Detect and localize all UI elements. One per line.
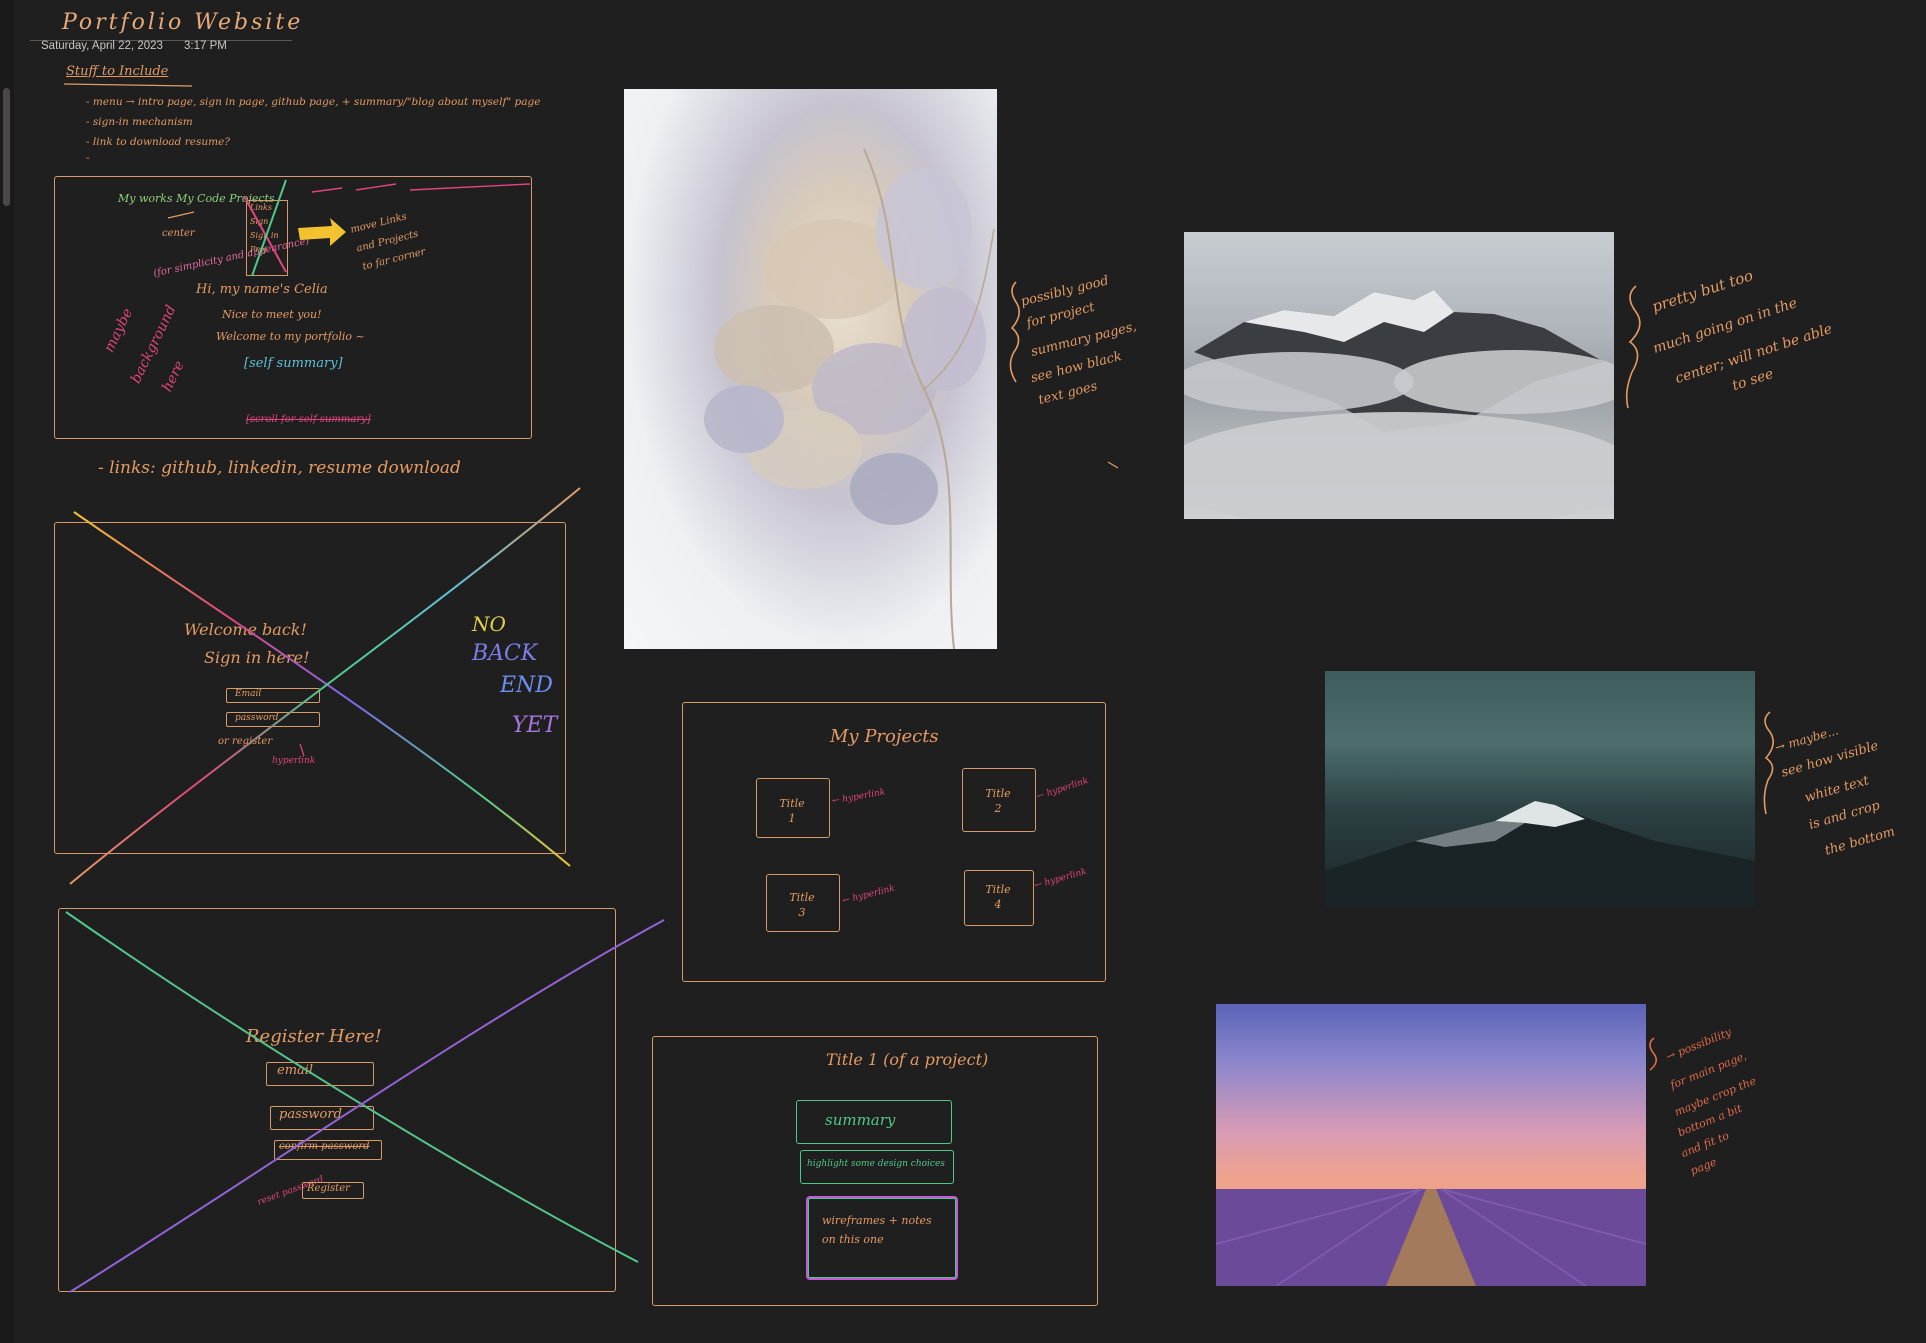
stuff-item-1: - menu → intro page, sign in page, githu… [86, 96, 541, 108]
page-title[interactable]: Portfolio Website [62, 10, 303, 35]
signin-register-link[interactable]: or register [218, 736, 272, 749]
project-wireframe-label: wireframes + notes on this one [822, 1214, 932, 1246]
landing-summary-label: [self summary] [244, 356, 343, 371]
note-canvas[interactable]: Portfolio Website Saturday, April 22, 20… [0, 0, 1926, 1343]
project-design-label: highlight some design choices [807, 1159, 945, 1169]
register-sketch-frame [58, 908, 616, 1292]
no-backend-1: NO [472, 612, 506, 636]
stuff-heading-underline [63, 83, 193, 87]
cloud-mountain-illustration [1184, 290, 1614, 519]
stuff-heading: Stuff to Include [66, 64, 169, 79]
register-confirm-field[interactable]: confirm password [274, 1140, 382, 1160]
flower-note-1: possibly good [1019, 273, 1111, 310]
landing-scroll-note: [scroll for self summary] [246, 414, 371, 425]
flower-illustration [704, 148, 995, 649]
menu-item-links: Links [250, 203, 272, 212]
vertical-scrollbar[interactable] [0, 0, 14, 1343]
teal-note-brace [1763, 711, 1774, 815]
signin-hyperlink-note: hyperlink [272, 756, 316, 766]
landing-greeting-2: Nice to meet you! [222, 308, 322, 321]
no-backend-3: END [500, 673, 553, 698]
project-card-4-title: Title 4 [985, 883, 1011, 912]
signin-email-field[interactable]: Email [226, 688, 320, 703]
teal-note-5: the bottom [1823, 824, 1897, 859]
note-time: 3:17 PM [184, 40, 227, 52]
cloud-mountain-photo[interactable] [1184, 232, 1614, 519]
teal-mountain-illustration [1325, 801, 1755, 908]
menu-item-sign: Sign [250, 217, 269, 226]
landing-greeting-1: Hi, my name's Celia [196, 282, 328, 297]
project-wireframe-box: wireframes + notes on this one [806, 1196, 958, 1280]
register-heading: Register Here! [246, 1026, 382, 1047]
register-email-field[interactable]: email [266, 1062, 374, 1086]
project-card-3-title: Title 3 [789, 891, 815, 920]
signin-password-field[interactable]: password [226, 712, 320, 727]
menu-item-sign-in: Sign in [250, 231, 279, 240]
projects-heading: My Projects [830, 726, 939, 747]
menu-item-proj: Proj [250, 245, 267, 254]
project-summary-box: summary [796, 1100, 952, 1144]
teal-mountain-photo[interactable] [1325, 671, 1755, 908]
cloud-note-4: to see [1730, 365, 1776, 395]
flower-note-brace [1009, 281, 1020, 383]
project-card-1-title: Title 1 [779, 797, 805, 826]
project-card-2-title: Title 2 [985, 787, 1011, 816]
stuff-item-4: - [86, 152, 90, 164]
landing-center-note: center [162, 228, 195, 239]
flower-photo[interactable] [624, 89, 997, 649]
stuff-item-3: - link to download resume? [86, 136, 230, 148]
scrollbar-thumb[interactable] [3, 88, 10, 206]
links-line: - links: github, linkedin, resume downlo… [98, 458, 461, 478]
signin-welcome: Welcome back! [184, 620, 307, 639]
stuff-item-2: - sign-in mechanism [86, 116, 193, 128]
register-button[interactable]: Register [302, 1182, 364, 1199]
no-backend-4: YET [512, 713, 558, 738]
project-design-box: highlight some design choices [800, 1150, 954, 1184]
cloud-note-1: pretty but too [1649, 266, 1756, 316]
no-backend-2: BACK [472, 641, 538, 666]
lavender-field-photo[interactable] [1216, 1004, 1646, 1286]
note-date: Saturday, April 22, 2023 [41, 40, 163, 52]
lavender-field-illustration [1216, 1188, 1646, 1286]
project-summary-label: summary [825, 1111, 896, 1129]
stray-mark [1107, 461, 1119, 469]
lavender-note-6: page [1688, 1155, 1719, 1178]
landing-greeting-3: Welcome to my portfolio ~ [216, 330, 365, 343]
lavender-note-brace [1649, 1037, 1658, 1071]
register-password-field[interactable]: password [270, 1106, 374, 1130]
project-detail-heading: Title 1 (of a project) [826, 1050, 989, 1069]
landing-menu-box: Links Sign Sign in Proj [246, 200, 288, 276]
cloud-note-brace [1625, 285, 1641, 409]
signin-prompt: Sign in here! [204, 648, 310, 667]
